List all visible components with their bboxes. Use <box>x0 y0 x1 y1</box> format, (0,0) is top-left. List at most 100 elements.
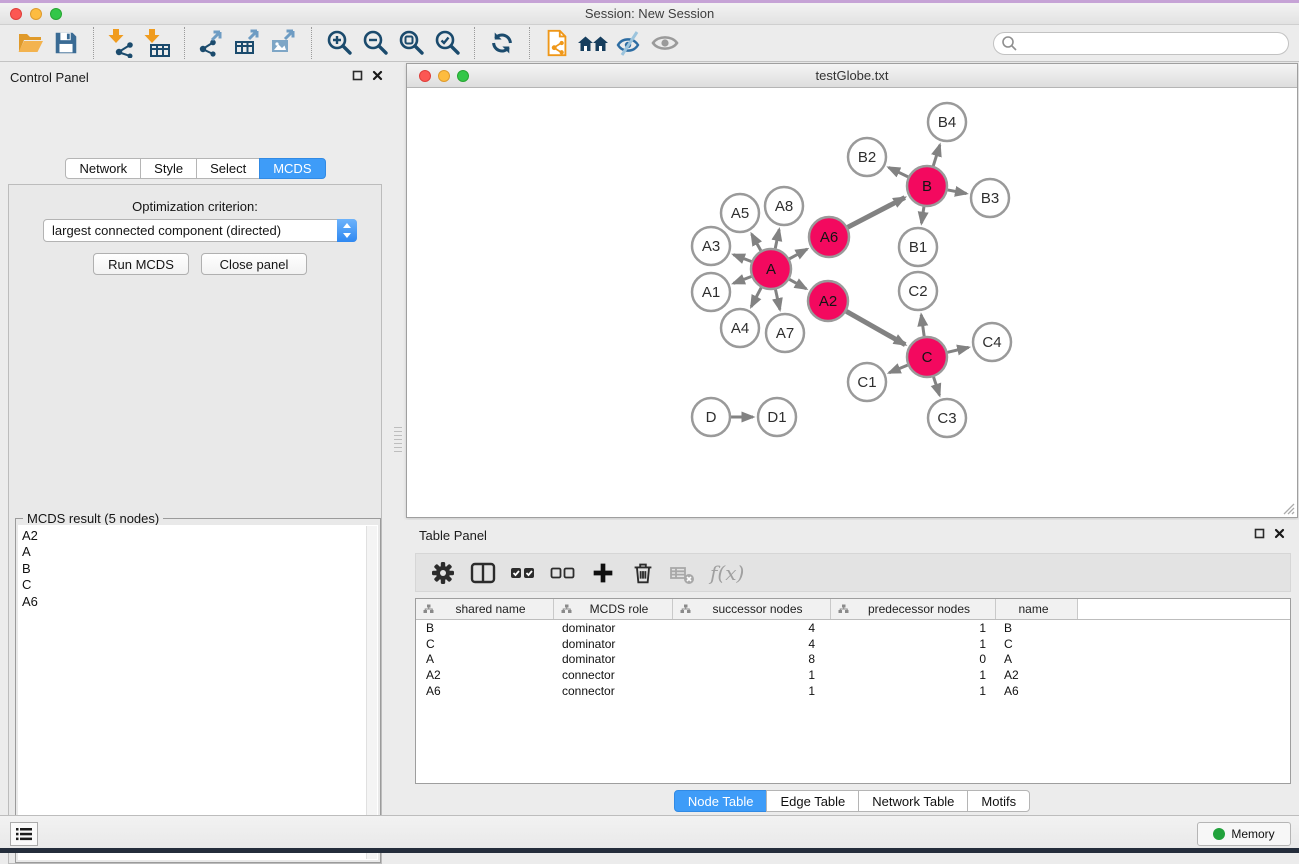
network-canvas[interactable]: AA1A2A3A4A5A6A7A8BB1B2B3B4CC1C2C3C4DD1 <box>407 88 1297 517</box>
graph-edge-A2-C[interactable] <box>846 311 905 344</box>
minimize-window-button[interactable] <box>30 8 42 20</box>
browse-columns-button[interactable] <box>466 557 500 589</box>
cell-predecessor-nodes[interactable]: 1 <box>831 684 996 698</box>
splitter-grip[interactable] <box>394 424 402 452</box>
cell-successor-nodes[interactable]: 1 <box>673 684 831 698</box>
hide-graphics-details-button[interactable] <box>611 26 647 60</box>
cell-mcds-role[interactable]: dominator <box>554 637 673 651</box>
zoom-out-button[interactable] <box>357 26 393 60</box>
cell-name[interactable]: A2 <box>996 668 1078 682</box>
cell-mcds-role[interactable]: dominator <box>554 621 673 635</box>
close-panel-icon[interactable] <box>1274 528 1285 539</box>
task-history-button[interactable] <box>10 822 38 846</box>
graph-edge-A-A5[interactable] <box>752 234 761 251</box>
graph-edge-A-A7[interactable] <box>775 290 779 310</box>
search-input[interactable] <box>1018 34 1288 52</box>
memory-button[interactable]: Memory <box>1197 822 1291 846</box>
save-session-button[interactable] <box>48 26 84 60</box>
result-item-a6[interactable]: A6 <box>18 594 378 610</box>
graph-edge-C-C2[interactable] <box>921 315 924 336</box>
cell-mcds-role[interactable]: connector <box>554 668 673 682</box>
search-field[interactable] <box>993 32 1289 55</box>
graph-edge-A-A2[interactable] <box>789 279 806 288</box>
cell-shared-name[interactable]: A2 <box>416 668 554 682</box>
table-row[interactable]: A2connector11A2 <box>416 667 1290 683</box>
cell-predecessor-nodes[interactable]: 1 <box>831 621 996 635</box>
close-panel-button[interactable]: Close panel <box>201 253 307 275</box>
cell-name[interactable]: A6 <box>996 684 1078 698</box>
table-row[interactable]: Bdominator41B <box>416 620 1290 636</box>
cell-shared-name[interactable]: C <box>416 637 554 651</box>
cell-shared-name[interactable]: A <box>416 652 554 666</box>
cell-predecessor-nodes[interactable]: 1 <box>831 637 996 651</box>
network-graph[interactable]: AA1A2A3A4A5A6A7A8BB1B2B3B4CC1C2C3C4DD1 <box>407 88 1297 517</box>
graph-edge-C-C1[interactable] <box>889 365 907 373</box>
mcds-result-list[interactable]: A2ABCA6 <box>18 525 378 860</box>
network-window-titlebar[interactable]: testGlobe.txt <box>407 64 1297 88</box>
column-header-name[interactable]: name <box>996 599 1078 619</box>
table-row[interactable]: Cdominator41C <box>416 636 1290 652</box>
delete-column-button[interactable] <box>626 557 660 589</box>
tab-node-table[interactable]: Node Table <box>674 790 768 812</box>
zoom-selected-button[interactable] <box>429 26 465 60</box>
cell-successor-nodes[interactable]: 1 <box>673 668 831 682</box>
result-item-b[interactable]: B <box>18 561 378 577</box>
select-all-checks-button[interactable] <box>506 557 540 589</box>
tab-style[interactable]: Style <box>140 158 197 179</box>
clone-network-button[interactable] <box>539 26 575 60</box>
graph-edge-A-A6[interactable] <box>789 249 807 259</box>
close-panel-icon[interactable] <box>372 70 383 81</box>
column-header-shared-name[interactable]: shared name <box>416 599 554 619</box>
column-header-predecessor-nodes[interactable]: predecessor nodes <box>831 599 996 619</box>
table-row[interactable]: A6connector11A6 <box>416 683 1290 699</box>
open-file-button[interactable] <box>12 26 48 60</box>
delete-table-button[interactable] <box>666 557 700 589</box>
graph-edge-B-B2[interactable] <box>889 167 908 176</box>
resize-grip-icon[interactable] <box>1281 501 1295 515</box>
import-network-button[interactable] <box>103 26 139 60</box>
zoom-window-button[interactable] <box>50 8 62 20</box>
graph-edge-A-A4[interactable] <box>751 288 761 307</box>
cell-name[interactable]: B <box>996 621 1078 635</box>
cell-predecessor-nodes[interactable]: 0 <box>831 652 996 666</box>
show-graphics-details-button[interactable] <box>647 26 683 60</box>
graph-edge-A6-B[interactable] <box>848 198 905 228</box>
cell-mcds-role[interactable]: dominator <box>554 652 673 666</box>
export-network-button[interactable] <box>194 26 230 60</box>
result-item-a[interactable]: A <box>18 544 378 560</box>
export-image-button[interactable] <box>266 26 302 60</box>
result-scrollbar[interactable] <box>366 526 377 859</box>
graph-edge-B-B4[interactable] <box>933 145 940 166</box>
network-views-button[interactable] <box>575 26 611 60</box>
close-window-button[interactable] <box>10 8 22 20</box>
graph-edge-B-B3[interactable] <box>948 190 967 194</box>
graph-edge-C-C4[interactable] <box>947 347 968 352</box>
cell-successor-nodes[interactable]: 4 <box>673 637 831 651</box>
function-builder-button[interactable]: f(x) <box>706 557 750 589</box>
tab-network[interactable]: Network <box>65 158 141 179</box>
result-item-c[interactable]: C <box>18 577 378 593</box>
tab-edge-table[interactable]: Edge Table <box>766 790 859 812</box>
cell-successor-nodes[interactable]: 8 <box>673 652 831 666</box>
network-close-button[interactable] <box>419 70 431 82</box>
zoom-fit-button[interactable] <box>393 26 429 60</box>
tab-select[interactable]: Select <box>196 158 260 179</box>
network-zoom-button[interactable] <box>457 70 469 82</box>
deselect-all-checks-button[interactable] <box>546 557 580 589</box>
graph-edge-C-C3[interactable] <box>934 377 940 395</box>
gear-button[interactable] <box>426 557 460 589</box>
optimization-select[interactable]: largest connected component (directed) <box>43 219 357 242</box>
cell-shared-name[interactable]: B <box>416 621 554 635</box>
cell-name[interactable]: A <box>996 652 1078 666</box>
graph-edge-A-A3[interactable] <box>733 255 751 262</box>
add-column-button[interactable] <box>586 557 620 589</box>
tab-motifs[interactable]: Motifs <box>967 790 1030 812</box>
tab-network-table[interactable]: Network Table <box>858 790 968 812</box>
table-row[interactable]: Adominator80A <box>416 651 1290 667</box>
zoom-in-button[interactable] <box>321 26 357 60</box>
import-table-button[interactable] <box>139 26 175 60</box>
column-header-mcds-role[interactable]: MCDS role <box>554 599 673 619</box>
tab-mcds[interactable]: MCDS <box>259 158 325 179</box>
graph-edge-B-B1[interactable] <box>922 207 924 223</box>
graph-edge-A-A1[interactable] <box>733 277 751 284</box>
